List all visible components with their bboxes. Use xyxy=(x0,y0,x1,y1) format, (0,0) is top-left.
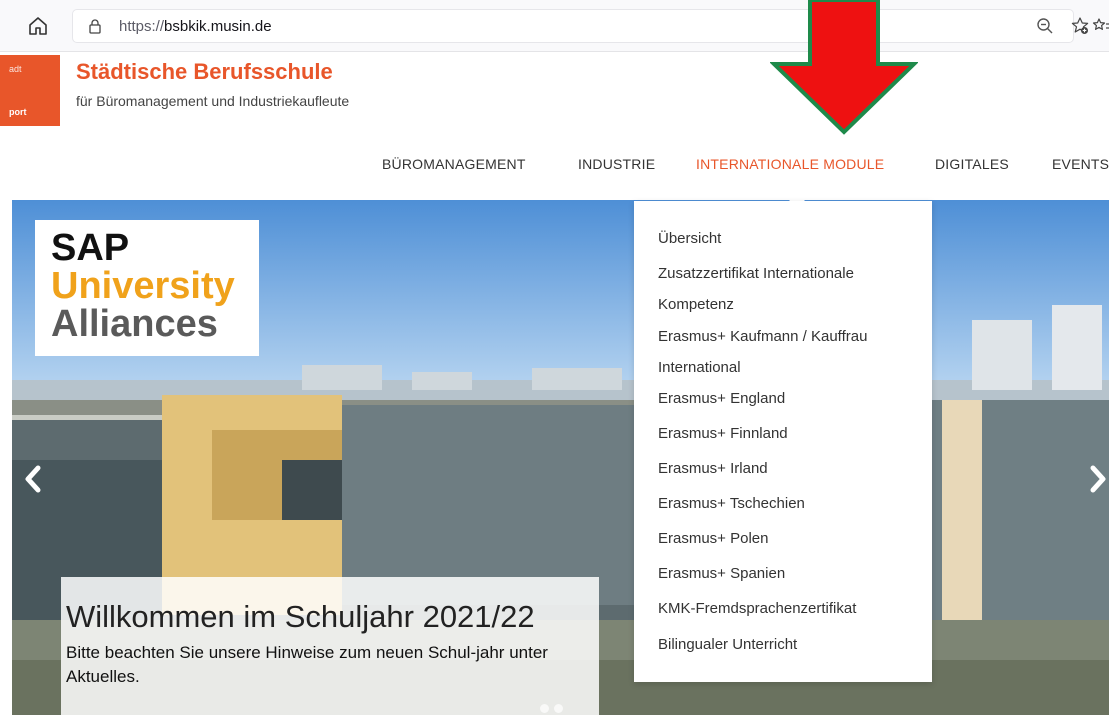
logo-text-bottom: port xyxy=(9,107,27,117)
bookmark-star-icon[interactable] xyxy=(1070,16,1090,36)
dropdown-item-kmk-fremdsprachenzertifikat[interactable]: KMK-Fremdsprachenzertifikat xyxy=(658,593,918,624)
dropdown-item-zusatzzertifikat[interactable]: Zusatzzertifikat Internationale Kompeten… xyxy=(658,258,918,320)
page-info-icon[interactable] xyxy=(87,18,103,34)
zoom-out-icon[interactable] xyxy=(1036,17,1054,35)
favorites-list-icon[interactable] xyxy=(1092,16,1109,36)
sap-logo-line1: SAP xyxy=(51,227,130,269)
nav-item-events[interactable]: EVENTS xyxy=(1052,156,1109,172)
home-icon[interactable] xyxy=(26,14,50,38)
chevron-right-icon[interactable] xyxy=(1085,462,1109,496)
dropdown-item-erasmus-irland[interactable]: Erasmus+ Irland xyxy=(658,453,918,484)
nav-item-bueromanagement[interactable]: BÜROMANAGEMENT xyxy=(382,156,526,172)
dropdown-item-erasmus-kaufmann[interactable]: Erasmus+ Kaufmann / Kauffrau Internation… xyxy=(658,321,918,383)
slider-dot[interactable] xyxy=(540,704,549,713)
logo-text-top: adt xyxy=(9,64,22,74)
dropdown-item-erasmus-finnland[interactable]: Erasmus+ Finnland xyxy=(658,418,918,449)
sap-university-alliances-logo[interactable]: SAP University Alliances xyxy=(35,220,259,356)
annotation-down-arrow-icon xyxy=(770,0,918,135)
nav-item-industrie[interactable]: INDUSTRIE xyxy=(578,156,655,172)
school-logo[interactable]: adt port xyxy=(0,55,60,126)
sap-logo-line2: University xyxy=(51,265,235,307)
url-host: bsbkik.musin.de xyxy=(164,18,272,35)
chevron-left-icon[interactable] xyxy=(20,462,46,496)
address-bar[interactable]: https://bsbkik.musin.de xyxy=(73,10,1073,42)
site-title[interactable]: Städtische Berufsschule xyxy=(76,59,333,85)
dropdown-item-uebersicht[interactable]: Übersicht xyxy=(658,223,918,254)
dropdown-item-erasmus-england[interactable]: Erasmus+ England xyxy=(658,383,918,414)
browser-toolbar: https://bsbkik.musin.de xyxy=(0,0,1109,52)
hero-caption: Willkommen im Schuljahr 2021/22 Bitte be… xyxy=(61,577,599,715)
url-text[interactable]: https://bsbkik.musin.de xyxy=(119,18,272,35)
site-subtitle: für Büromanagement und Industriekaufleut… xyxy=(76,93,350,109)
slider-dot[interactable] xyxy=(554,704,563,713)
main-nav: BÜROMANAGEMENT INDUSTRIE INTERNATIONALE … xyxy=(0,156,1109,180)
caption-title: Willkommen im Schuljahr 2021/22 xyxy=(66,599,535,634)
dropdown-item-erasmus-polen[interactable]: Erasmus+ Polen xyxy=(658,523,918,554)
slider-dots xyxy=(540,704,600,714)
sap-logo-line3: Alliances xyxy=(51,303,218,345)
caption-text: Bitte beachten Sie unsere Hinweise zum n… xyxy=(66,643,548,686)
dropdown-item-bilingualer-unterricht[interactable]: Bilingualer Unterricht xyxy=(658,629,918,660)
internationale-module-dropdown: Übersicht Zusatzzertifikat International… xyxy=(634,201,932,682)
nav-item-internationale-module[interactable]: INTERNATIONALE MODULE xyxy=(696,156,884,172)
dropdown-item-erasmus-spanien[interactable]: Erasmus+ Spanien xyxy=(658,558,918,589)
url-scheme: https:// xyxy=(119,18,165,35)
dropdown-item-erasmus-tschechien[interactable]: Erasmus+ Tschechien xyxy=(658,488,918,519)
nav-item-digitales[interactable]: DIGITALES xyxy=(935,156,1009,172)
